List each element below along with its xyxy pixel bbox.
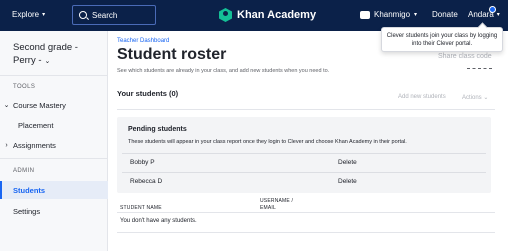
add-new-students-button[interactable]: Add new students [398,94,446,100]
chevron-down-icon: ▾ [42,12,46,18]
search-placeholder: Search [92,10,118,20]
brand-name: Khan Academy [237,9,317,21]
admin-section-label: ADMIN [13,168,35,174]
notification-dot-icon [489,6,496,13]
explore-label: Explore [12,10,40,19]
sidebar: Second grade - Perry - ⌄ TOOLS ⌄ Course M… [0,31,108,251]
chevron-down-icon: ▾ [414,12,418,18]
delete-button[interactable]: Delete [338,178,357,185]
search-icon [79,11,87,19]
chevron-down-icon: ⌄ [3,102,10,109]
class-selector[interactable]: Second grade - Perry - ⌄ [13,41,103,68]
section-divider [117,109,495,110]
empty-table-message: You don't have any students. [120,218,197,224]
sidebar-item-label: Course Mastery [13,100,66,110]
explore-menu[interactable]: Explore ▾ [12,10,45,19]
clever-tooltip: Clever students join your class by loggi… [381,27,503,52]
khan-academy-logo[interactable]: Khan Academy [219,8,316,22]
sidebar-item-students[interactable]: Students [0,181,108,199]
pending-row: Rebecca D Delete [122,172,486,189]
column-header-username[interactable]: USERNAME / EMAIL [260,198,310,212]
chevron-down-icon: ⌄ [44,58,51,65]
share-code-underline [467,68,492,69]
khanmigo-menu[interactable]: Khanmigo ▾ [360,10,417,19]
share-class-code-button[interactable]: Share class code [438,53,492,60]
delete-button[interactable]: Delete [338,159,357,166]
sidebar-divider [0,158,108,159]
your-students-heading: Your students (0) [117,89,179,98]
table-header-divider [117,212,495,213]
sidebar-item-label: Settings [13,206,41,216]
chevron-down-icon: ▾ [496,12,500,18]
table-divider [117,232,495,233]
page-title: Student roster [117,46,227,63]
pending-description: These students will appear in your class… [128,139,407,145]
pending-title: Pending students [128,126,187,133]
chevron-down-icon: ⌄ [483,95,489,101]
sidebar-divider [0,75,108,76]
khanmigo-label: Khanmigo [374,10,411,19]
sidebar-item-course-mastery[interactable]: ⌄ Course Mastery [0,96,108,114]
pending-student-name: Bobby P [130,159,155,166]
page-subtitle: See which students are already in your c… [117,68,330,74]
sidebar-item-assignments[interactable]: › Assignments [0,136,108,154]
chevron-right-icon: › [5,141,8,149]
donate-link[interactable]: Donate [432,10,458,19]
column-header-student-name[interactable]: STUDENT NAME [120,205,162,211]
pending-row: Bobby P Delete [122,153,486,170]
khanmigo-icon [360,10,370,19]
actions-label: Actions [462,95,482,101]
actions-menu[interactable]: Actions ⌄ [462,94,488,101]
sidebar-item-label: Students [13,185,46,195]
pending-students-panel: Pending students These students will app… [117,117,491,193]
breadcrumb[interactable]: Teacher Dashboard [117,38,169,44]
sidebar-item-settings[interactable]: Settings [0,202,108,220]
sidebar-item-label: Assignments [13,140,56,150]
tools-section-label: TOOLS [13,84,36,90]
pending-student-name: Rebecca D [130,178,163,185]
khan-logo-icon [219,8,232,22]
sidebar-item-placement[interactable]: Placement [0,116,108,134]
sidebar-item-label: Placement [18,120,54,130]
search-input[interactable]: Search [72,5,156,25]
